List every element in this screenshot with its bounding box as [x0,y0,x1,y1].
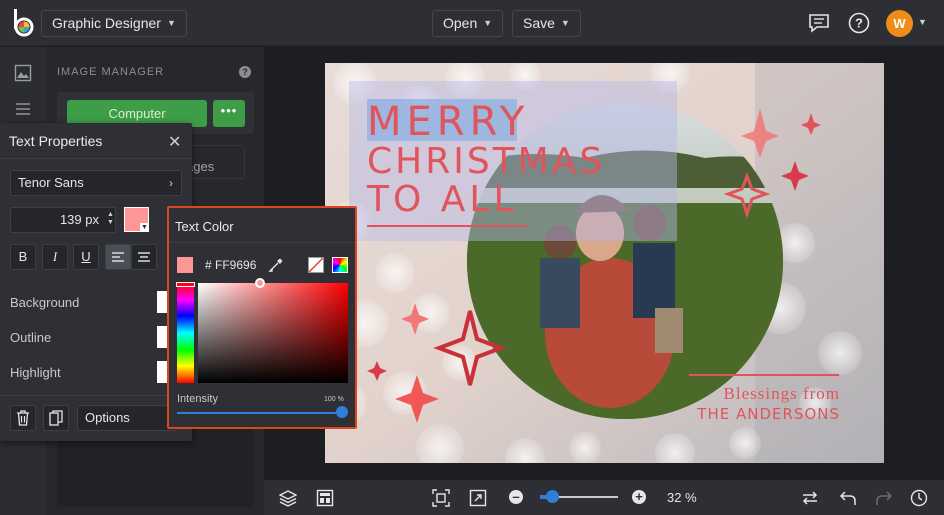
chevron-down-icon[interactable]: ▼ [140,223,149,232]
options-button[interactable]: Options [77,405,177,431]
hue-slider[interactable] [177,283,194,383]
divider [0,395,192,396]
divider [0,158,192,159]
app: Graphic Designer ▼ Open ▼ Save ▼ ? W ▼ I… [0,0,944,515]
swap-icon[interactable] [801,489,819,507]
title-line-2[interactable]: CHRISTMAS [367,141,605,182]
trash-icon [17,410,29,426]
save-button[interactable]: Save ▼ [512,10,581,37]
font-family-select[interactable]: Tenor Sans › [10,170,182,196]
design-canvas[interactable]: MERRY CHRISTMAS TO ALL Blessings from TH… [325,63,884,463]
blessing-line-1[interactable]: Blessings from [724,384,840,403]
bold-button[interactable]: B [10,244,36,270]
background-toggle[interactable] [157,291,167,313]
saturation-value-picker[interactable] [198,283,348,383]
no-color-icon[interactable] [308,257,324,273]
adjust-sliders-icon[interactable] [14,100,32,118]
italic-button[interactable]: I [42,244,68,270]
chevron-down-icon: ▼ [166,18,176,28]
background-label: Background [10,295,80,310]
zoom-out-button[interactable]: – [509,490,523,504]
divider [169,242,355,243]
help-icon[interactable]: ? [239,66,251,78]
underline-button[interactable]: U [73,244,99,270]
title-line-3[interactable]: TO ALL [366,179,518,220]
outline-label: Outline [10,330,52,345]
expand-icon[interactable] [469,489,487,507]
intensity-slider-track[interactable] [177,412,337,414]
open-label: Open [443,15,478,31]
text-properties-title: Text Properties [9,133,103,149]
font-size-stepper[interactable]: ▲ ▼ [107,211,114,227]
chevron-down-icon: ▼ [560,18,570,28]
undo-icon[interactable] [839,489,857,507]
svg-text:?: ? [855,16,863,31]
intensity-label: Intensity [177,393,218,405]
project-menu-button[interactable]: Graphic Designer ▼ [41,10,187,37]
eyedropper-icon[interactable] [268,257,284,273]
image-manager-icon[interactable] [14,64,32,82]
hue-slider-handle[interactable] [176,282,195,287]
text-color-title: Text Color [175,219,234,234]
top-bar: Graphic Designer ▼ Open ▼ Save ▼ ? W ▼ [0,0,944,46]
fit-to-screen-icon[interactable] [432,489,450,507]
highlight-toggle[interactable] [157,361,167,383]
save-label: Save [523,15,555,31]
title-line-1[interactable]: MERRY [367,99,529,145]
feedback-icon[interactable] [808,12,830,34]
blessing-line-2[interactable]: THE ANDERSONS [696,405,840,423]
outline-toggle[interactable] [157,326,167,348]
chevron-right-icon: › [169,176,173,190]
open-button[interactable]: Open ▼ [432,10,504,37]
current-color-swatch [177,257,193,273]
align-left-button[interactable] [105,244,131,270]
chevron-down-icon: ▼ [483,18,493,28]
zoom-slider-handle[interactable] [546,490,559,503]
avatar[interactable]: W [886,10,913,37]
intensity-slider-handle[interactable] [336,406,348,418]
font-size-input[interactable]: 139 px [10,207,116,233]
align-center-button[interactable] [131,244,157,270]
text-properties-panel: Text Properties ✕ Tenor Sans › 139 px ▲ ▼… [0,123,192,441]
delete-button[interactable] [10,405,36,431]
duplicate-button[interactable] [43,405,69,431]
close-icon[interactable]: ✕ [168,132,181,152]
history-icon[interactable] [910,489,928,507]
layout-icon[interactable] [316,489,334,507]
panel-title: IMAGE MANAGER [57,66,165,78]
more-sources-button[interactable]: ••• [213,100,245,127]
color-picker-handle[interactable] [255,278,265,288]
color-spectrum-icon[interactable] [332,257,348,273]
help-icon[interactable]: ? [848,12,870,34]
project-name: Graphic Designer [52,15,161,31]
align-center-icon [138,252,150,262]
duplicate-icon [49,410,63,426]
intensity-value: 100 % [324,396,344,403]
highlight-label: Highlight [10,365,61,380]
redo-icon[interactable] [875,489,893,507]
zoom-level: 32 % [667,490,697,505]
chevron-down-icon[interactable]: ▼ [918,17,927,27]
zoom-in-button[interactable]: + [632,490,646,504]
align-left-icon [112,252,124,262]
befunky-logo-icon[interactable] [12,9,36,37]
layers-icon[interactable] [279,489,297,507]
font-family-value: Tenor Sans [18,175,84,190]
text-color-popup: Text Color # FF9696 Intensity 100 % [167,206,357,429]
hex-input[interactable]: # FF9696 [205,258,256,272]
